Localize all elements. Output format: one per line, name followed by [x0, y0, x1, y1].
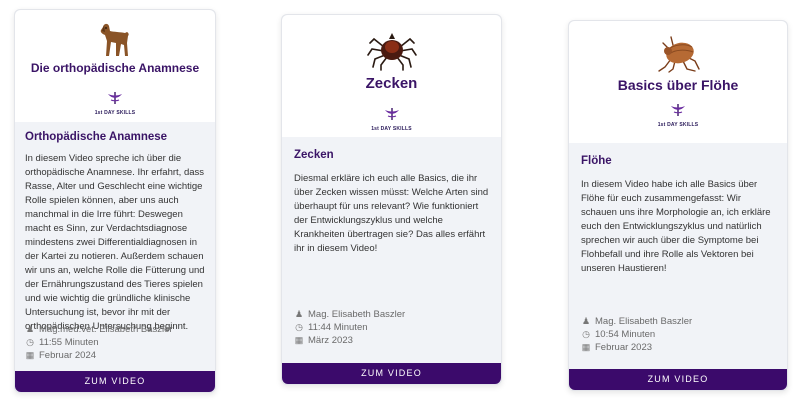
caduceus-icon: [671, 104, 685, 116]
date: Februar 2023: [595, 342, 653, 353]
brand-logo: 1st DAY SKILLS: [93, 91, 137, 116]
hero-title: Basics über Flöhe: [617, 77, 739, 93]
card-hero: Basics über Flöhe 1st DAY SKILLS: [569, 21, 787, 143]
clock-icon: ◷: [295, 322, 303, 332]
card-title: Orthopädische Anamnese: [25, 131, 168, 143]
brand-logo: 1st DAY SKILLS: [656, 103, 700, 128]
watch-video-button[interactable]: ZUM VIDEO: [15, 371, 215, 392]
card-meta: ♟ Mag. Elisabeth Baszler ◷ 10:54 Minuten ▦…: [581, 315, 692, 354]
card-meta: ♟ Mag.med.vet. Elisabeth Baszler ◷ 11:55 M…: [25, 323, 173, 362]
user-icon: ♟: [294, 309, 304, 319]
card-meta: ♟ Mag. Elisabeth Baszler ◷ 11:44 Minuten ▦…: [294, 308, 405, 347]
user-icon: ♟: [25, 324, 35, 334]
calendar-icon: ▦: [25, 350, 35, 360]
logo-text: 1st DAY SKILLS: [94, 110, 136, 116]
author: Mag.med.vet. Elisabeth Baszler: [39, 324, 173, 335]
clock-icon: ◷: [582, 329, 590, 339]
duration: 11:55 Minuten: [39, 337, 99, 348]
card-description: In diesem Video spreche ich über die ort…: [25, 153, 205, 332]
card-hero: Zecken 1st DAY SKILLS: [282, 15, 501, 137]
hero-title: Die orthopädische Anamnese: [30, 61, 200, 75]
dog-icon: [100, 23, 129, 56]
tick-icon: [366, 33, 417, 71]
user-icon: ♟: [581, 316, 591, 326]
card-title: Zecken: [294, 149, 334, 161]
calendar-icon: ▦: [294, 335, 304, 345]
caduceus-icon: [108, 92, 122, 104]
video-card-orthopaedic[interactable]: Die orthopädische Anamnese 1st DAY SKILL…: [14, 9, 216, 393]
video-card-fleas[interactable]: Basics über Flöhe 1st DAY SKILLS Flöhe I…: [568, 20, 788, 391]
duration: 10:54 Minuten: [595, 329, 656, 340]
flea-icon: [658, 36, 700, 73]
card-description: Diesmal erkläre ich euch alle Basics, di…: [294, 173, 489, 254]
caduceus-icon: [384, 108, 399, 120]
logo-text: 1st DAY SKILLS: [371, 126, 412, 132]
card-hero: Die orthopädische Anamnese 1st DAY SKILL…: [15, 10, 215, 122]
hero-title: Zecken: [365, 75, 418, 92]
author: Mag. Elisabeth Baszler: [595, 316, 693, 327]
author: Mag. Elisabeth Baszler: [308, 309, 406, 320]
duration: 11:44 Minuten: [308, 322, 368, 333]
watch-video-button[interactable]: ZUM VIDEO: [569, 369, 787, 390]
brand-logo: 1st DAY SKILLS: [370, 107, 414, 132]
card-title: Flöhe: [581, 155, 612, 167]
calendar-icon: ▦: [581, 342, 591, 352]
video-card-ticks[interactable]: Zecken 1st DAY SKILLS Zecken Diesmal erk…: [281, 14, 502, 385]
clock-icon: ◷: [26, 337, 34, 347]
watch-video-button[interactable]: ZUM VIDEO: [282, 363, 501, 384]
date: Februar 2024: [39, 350, 97, 361]
card-description: In diesem Video habe ich alle Basics übe…: [581, 179, 771, 274]
logo-text: 1st DAY SKILLS: [657, 122, 699, 128]
date: März 2023: [308, 335, 353, 346]
